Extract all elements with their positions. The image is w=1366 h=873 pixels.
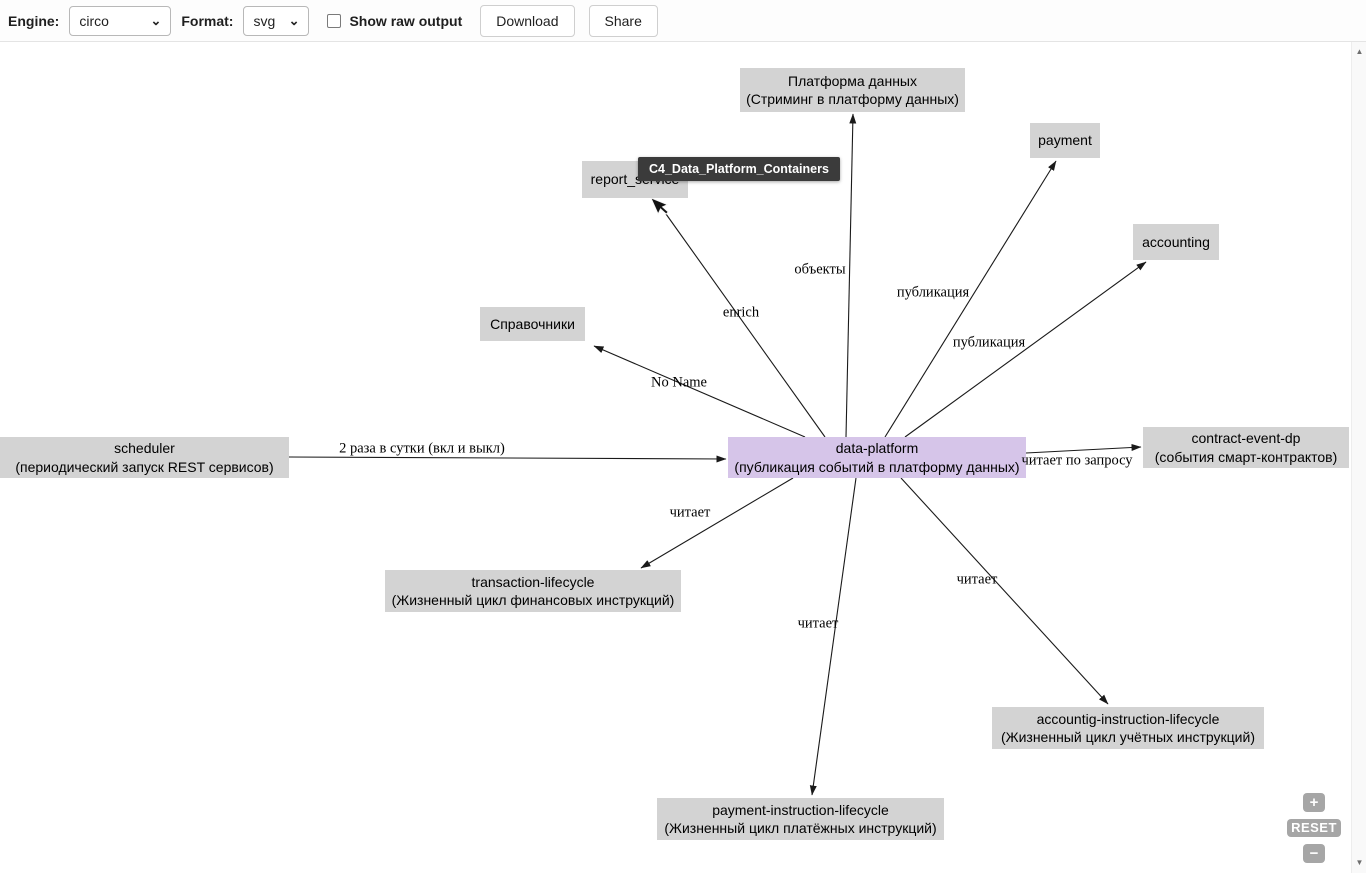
chevron-down-icon: ⌄ bbox=[150, 13, 162, 28]
node-transaction-lifecycle[interactable]: transaction-lifecycle (Жизненный цикл фи… bbox=[385, 570, 681, 612]
show-raw-output-label: Show raw output bbox=[349, 12, 463, 29]
zoom-in-button[interactable]: + bbox=[1303, 793, 1325, 812]
edge-label-chitaet-3: читает bbox=[797, 615, 839, 632]
edge-label-obekty: объекты bbox=[794, 261, 846, 278]
node-contract-event-dp[interactable]: contract-event-dp (события смарт-контрак… bbox=[1143, 427, 1349, 468]
edge-label-publikacia-1: публикация bbox=[896, 284, 970, 301]
format-select-value: svg bbox=[253, 12, 276, 29]
node-accounting[interactable]: accounting bbox=[1133, 224, 1219, 260]
node-platform-data[interactable]: Платформа данных (Стриминг в платформу д… bbox=[740, 68, 965, 112]
edge-label-publikacia-2: публикация bbox=[952, 334, 1026, 351]
engine-label: Engine: bbox=[8, 12, 60, 29]
format-select[interactable]: svg ⌄ bbox=[243, 5, 310, 36]
edge-label-chitaet-2: читает bbox=[956, 571, 998, 588]
vertical-scrollbar[interactable]: ▲ ▼ bbox=[1351, 42, 1366, 873]
chevron-down-icon: ⌄ bbox=[288, 13, 300, 28]
edge-label-chitaet-po-zaprosu: читает по запросу bbox=[1021, 452, 1133, 469]
scrollbar-up-icon[interactable]: ▲ bbox=[1352, 44, 1366, 60]
edge-label-2-raza: 2 раза в сутки (вкл и выкл) bbox=[339, 440, 505, 457]
node-payment[interactable]: payment bbox=[1030, 123, 1100, 158]
share-button[interactable]: Share bbox=[588, 4, 658, 37]
node-data-platform[interactable]: data-platform (публикация событий в плат… bbox=[728, 437, 1026, 478]
zoom-out-button[interactable]: − bbox=[1303, 844, 1325, 863]
download-button[interactable]: Download bbox=[480, 4, 575, 37]
toolbar: Engine: circo ⌄ Format: svg ⌄ Show raw o… bbox=[0, 0, 1366, 42]
hover-tooltip: C4_Data_Platform_Containers bbox=[638, 157, 840, 181]
node-scheduler[interactable]: scheduler (периодический запуск REST сер… bbox=[0, 437, 289, 478]
node-payment-instruction-lifecycle[interactable]: payment-instruction-lifecycle (Жизненный… bbox=[657, 798, 944, 840]
engine-select-value: circo bbox=[79, 12, 109, 29]
edge-label-enrich: enrich bbox=[722, 304, 760, 321]
format-label: Format: bbox=[181, 12, 234, 29]
edge-label-no-name: No Name bbox=[651, 374, 707, 391]
zoom-controls: + RESET − bbox=[1284, 793, 1344, 863]
show-raw-output-checkbox[interactable] bbox=[327, 13, 342, 28]
zoom-reset-button[interactable]: RESET bbox=[1287, 819, 1341, 837]
engine-select[interactable]: circo ⌄ bbox=[69, 5, 172, 36]
edge-label-chitaet-1: читает bbox=[669, 504, 711, 521]
node-spravochniki[interactable]: Справочники bbox=[480, 307, 585, 341]
graph-canvas: Платформа данных (Стриминг в платформу д… bbox=[0, 42, 1366, 873]
scrollbar-down-icon[interactable]: ▼ bbox=[1352, 855, 1366, 871]
node-accountig-instruction-lifecycle[interactable]: accountig-instruction-lifecycle (Жизненн… bbox=[992, 707, 1264, 749]
